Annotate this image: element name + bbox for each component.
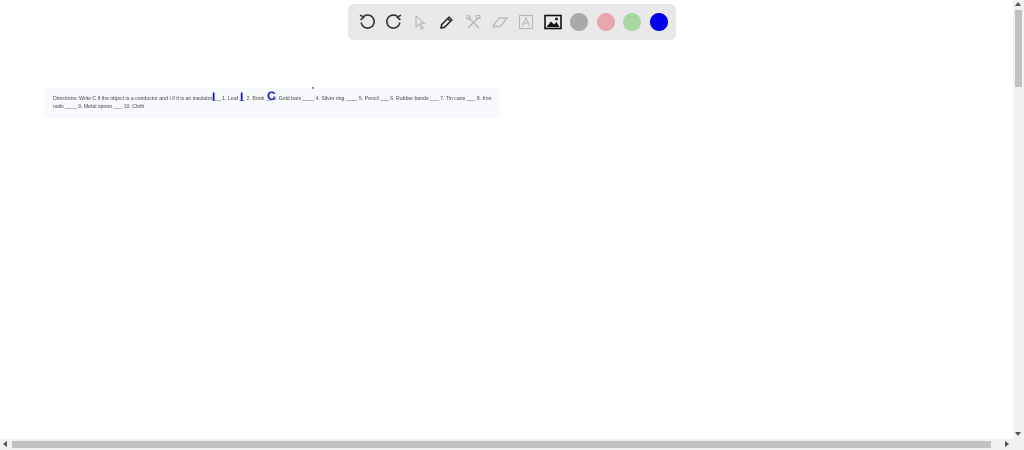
text-icon: [519, 14, 534, 30]
color-green-swatch[interactable]: [619, 4, 646, 40]
eraser-icon: [491, 17, 508, 28]
scroll-left-arrow-icon[interactable]: [3, 441, 7, 447]
undo-button[interactable]: [354, 4, 381, 40]
handwritten-answer-3: C: [267, 89, 276, 103]
undo-icon: [359, 14, 376, 29]
color-gray-swatch[interactable]: [566, 4, 593, 40]
tools-icon: [465, 14, 481, 28]
handwritten-answer-2: I: [240, 90, 244, 104]
color-swatch: [570, 13, 589, 31]
eraser-button[interactable]: [487, 4, 514, 40]
select-button[interactable]: [407, 4, 434, 40]
tools-button[interactable]: [460, 4, 487, 40]
redo-icon: [385, 14, 402, 29]
horizontal-scroll-thumb[interactable]: [12, 441, 991, 448]
image-button[interactable]: [540, 4, 567, 40]
scroll-down-arrow-icon[interactable]: [1015, 432, 1021, 436]
handwritten-mark-4: ˙: [311, 85, 315, 99]
image-icon: [543, 14, 562, 30]
pen-button[interactable]: [434, 4, 461, 40]
pen-icon: [440, 15, 454, 29]
color-swatch: [649, 13, 668, 31]
text-button[interactable]: [513, 4, 540, 40]
scroll-right-arrow-icon[interactable]: [1005, 441, 1009, 447]
color-swatch: [623, 13, 642, 31]
color-blue-swatch[interactable]: [646, 4, 673, 40]
vertical-scroll-thumb[interactable]: [1015, 10, 1022, 87]
color-swatch: [596, 13, 615, 31]
drawing-toolbar: [348, 4, 676, 40]
handwritten-answer-1: I: [212, 90, 216, 104]
color-pink-swatch[interactable]: [593, 4, 620, 40]
select-pointer-icon: [415, 14, 427, 30]
scroll-up-arrow-icon[interactable]: [1015, 2, 1021, 6]
redo-button[interactable]: [381, 4, 408, 40]
worksheet-line-2: nails ____ 9. Metal spoon ___ 10. Cloth: [53, 104, 145, 110]
